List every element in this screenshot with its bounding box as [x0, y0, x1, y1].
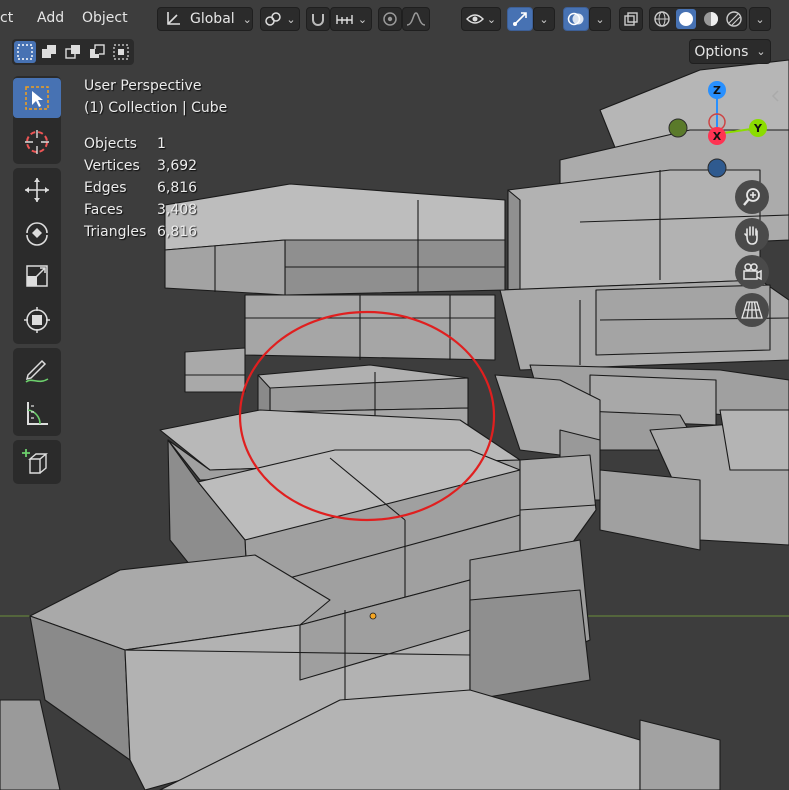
chevron-down-icon: ⌄	[595, 12, 605, 26]
stat-value: 1	[157, 136, 166, 152]
stat-label: Objects	[84, 136, 137, 152]
solid-shading-icon[interactable]	[676, 9, 697, 29]
proportional-editing-toggle[interactable]	[378, 7, 402, 31]
overlays-dropdown[interactable]: ⌄	[589, 7, 611, 31]
overlays-icon	[567, 12, 584, 26]
visibility-dropdown[interactable]: ⌄	[461, 7, 501, 31]
tool-scale[interactable]	[13, 256, 61, 296]
increment-icon	[336, 15, 353, 24]
move-icon	[25, 178, 49, 202]
perspective-toggle-button[interactable]	[735, 293, 769, 327]
camera-view-button[interactable]	[735, 255, 769, 289]
stat-value: 6,816	[157, 180, 198, 196]
xray-toggle[interactable]	[619, 7, 643, 31]
tool-cursor[interactable]	[13, 122, 61, 162]
collection-label: (1) Collection | Cube	[84, 100, 228, 116]
tool-move[interactable]	[13, 170, 61, 210]
add-cube-icon	[22, 449, 48, 474]
shading-dropdown[interactable]: ⌄	[749, 7, 771, 31]
material-shading-icon[interactable]	[702, 10, 720, 28]
magnet-icon	[312, 14, 324, 26]
transform-orientation-dropdown[interactable]: Global ⌄	[157, 7, 253, 31]
stat-label: Faces	[84, 202, 123, 218]
tool-add-cube[interactable]	[13, 442, 61, 482]
menu-select-partial[interactable]: ct	[0, 10, 13, 26]
snap-target-dropdown[interactable]: ⌄	[330, 7, 372, 31]
cursor-select-icon	[25, 86, 49, 110]
tool-transform[interactable]	[13, 300, 61, 340]
chevron-down-icon: ⌄	[486, 12, 497, 26]
rendered-shading-icon[interactable]	[725, 10, 743, 28]
hand-icon	[744, 226, 758, 245]
pivot-point-dropdown[interactable]: ⌄	[260, 7, 300, 31]
perspective-grid-icon	[741, 301, 763, 319]
navigation-gizmo[interactable]: Z Y X	[664, 76, 774, 186]
viewport-header: ct Add Object Global ⌄ ⌄ ⌄ ⌄ ⌄ ⌄ ⌄	[0, 0, 789, 38]
y-axis-label: Y	[753, 122, 763, 135]
select-extend-icon[interactable]	[39, 42, 59, 62]
camera-icon	[743, 263, 762, 281]
proportional-edit-icon	[383, 12, 397, 26]
x-axis-label: X	[713, 130, 722, 143]
measure-icon	[27, 402, 48, 425]
stat-value: 3,408	[157, 202, 198, 218]
transform-icon	[24, 307, 50, 333]
select-intersect-icon[interactable]	[111, 42, 131, 62]
menu-object[interactable]: Object	[82, 10, 128, 26]
overlays-toggle[interactable]	[563, 7, 589, 31]
gizmo-icon	[513, 12, 527, 26]
scale-icon	[26, 265, 48, 287]
stat-label: Vertices	[84, 158, 140, 174]
pan-button[interactable]	[735, 218, 769, 252]
chevron-down-icon: ⌄	[756, 45, 766, 58]
xray-icon	[624, 12, 638, 26]
gizmo-toggle[interactable]	[507, 7, 533, 31]
tool-measure[interactable]	[13, 393, 61, 433]
stat-label: Triangles	[84, 224, 147, 240]
z-axis-label: Z	[713, 84, 721, 97]
shading-mode-group	[649, 7, 747, 31]
sidebar-toggle-icon[interactable]	[770, 88, 782, 104]
stat-value: 6,816	[157, 224, 198, 240]
object-origin-dot	[369, 612, 377, 620]
wireframe-shading-icon[interactable]	[653, 10, 671, 28]
tool-annotate[interactable]	[13, 350, 61, 390]
stat-label: Edges	[84, 180, 127, 196]
snap-toggle[interactable]	[306, 7, 330, 31]
chevron-down-icon: ⌄	[286, 12, 296, 26]
options-dropdown[interactable]: Options ⌄	[689, 39, 771, 64]
options-label: Options	[694, 43, 749, 60]
eye-icon	[465, 14, 484, 24]
3d-cursor-icon	[25, 130, 49, 154]
gizmo-dropdown[interactable]: ⌄	[533, 7, 555, 31]
zoom-button[interactable]	[735, 180, 769, 214]
neg-z-axis-ball	[707, 158, 727, 178]
selection-mode-group	[12, 39, 134, 65]
zoom-icon	[743, 188, 760, 206]
3d-viewport[interactable]: ct Add Object Global ⌄ ⌄ ⌄ ⌄ ⌄ ⌄ ⌄ Optio…	[0, 0, 789, 790]
stat-value: 3,692	[157, 158, 198, 174]
chevron-down-icon: ⌄	[242, 12, 252, 26]
chevron-down-icon: ⌄	[539, 12, 549, 26]
tool-rotate[interactable]	[13, 213, 61, 253]
annotate-icon	[25, 359, 49, 383]
chevron-down-icon: ⌄	[755, 12, 765, 26]
tool-select-box[interactable]	[13, 78, 61, 118]
rotate-icon	[26, 222, 48, 246]
chevron-down-icon: ⌄	[357, 12, 368, 26]
orientation-axes-icon	[167, 12, 180, 25]
select-new-button[interactable]	[14, 41, 36, 63]
neg-y-axis-ball	[668, 118, 688, 138]
menu-add[interactable]: Add	[37, 10, 64, 26]
select-new-icon	[17, 44, 33, 60]
falloff-curve-icon	[406, 12, 426, 26]
pivot-icon	[265, 12, 282, 26]
select-difference-icon[interactable]	[87, 42, 107, 62]
orientation-label: Global	[190, 11, 235, 27]
proportional-falloff-dropdown[interactable]	[402, 7, 430, 31]
view-name: User Perspective	[84, 78, 202, 94]
select-subtract-icon[interactable]	[63, 42, 83, 62]
